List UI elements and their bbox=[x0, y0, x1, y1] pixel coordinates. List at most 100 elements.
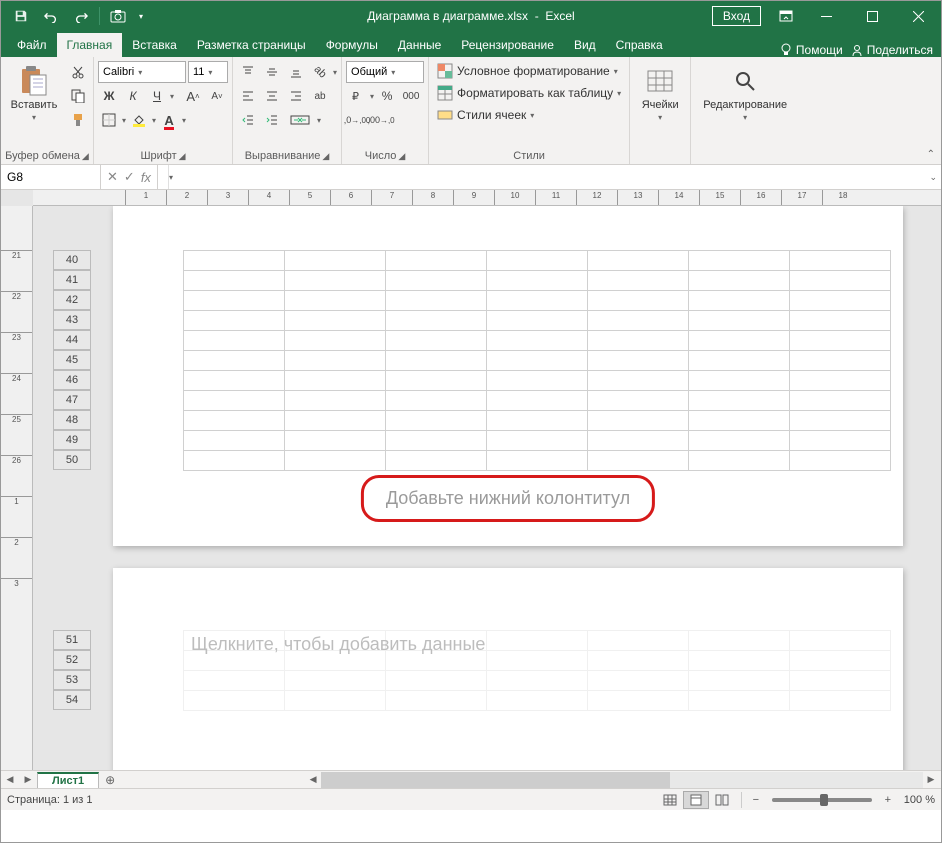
cell[interactable] bbox=[386, 391, 487, 411]
cell[interactable] bbox=[790, 331, 891, 351]
sheet-nav-next[interactable]: ▶ bbox=[19, 772, 37, 788]
row-header-54[interactable]: 54 bbox=[53, 690, 91, 710]
cell[interactable] bbox=[588, 391, 689, 411]
formula-input-area[interactable]: ⌄ bbox=[158, 165, 941, 189]
comma-button[interactable]: 000 bbox=[400, 85, 422, 107]
cell[interactable] bbox=[689, 671, 790, 691]
row-header-46[interactable]: 46 bbox=[53, 370, 91, 390]
bold-button[interactable]: Ж bbox=[98, 85, 120, 107]
cell[interactable] bbox=[487, 391, 588, 411]
cell[interactable] bbox=[790, 411, 891, 431]
cell[interactable] bbox=[588, 411, 689, 431]
cell[interactable] bbox=[184, 451, 285, 471]
font-size-combo[interactable]: 11▾ bbox=[188, 61, 228, 83]
cell[interactable] bbox=[689, 371, 790, 391]
cell[interactable] bbox=[790, 351, 891, 371]
cell[interactable] bbox=[285, 311, 386, 331]
cell[interactable] bbox=[487, 411, 588, 431]
cell[interactable] bbox=[184, 691, 285, 711]
cell[interactable] bbox=[588, 431, 689, 451]
cell[interactable] bbox=[689, 251, 790, 271]
cell[interactable] bbox=[184, 431, 285, 451]
cell[interactable] bbox=[487, 691, 588, 711]
enter-formula-button[interactable]: ✓ bbox=[124, 169, 135, 185]
insert-function-button[interactable]: fx bbox=[141, 170, 151, 185]
shrink-font-button[interactable]: A˅ bbox=[206, 85, 228, 107]
signin-button[interactable]: Вход bbox=[712, 6, 761, 26]
paste-button[interactable]: Вставить ▾ bbox=[5, 61, 63, 126]
tab-home[interactable]: Главная bbox=[57, 33, 123, 57]
cell[interactable] bbox=[487, 351, 588, 371]
page-break-view-button[interactable] bbox=[709, 791, 735, 809]
row-header-41[interactable]: 41 bbox=[53, 270, 91, 290]
share-button[interactable]: Поделиться bbox=[851, 43, 933, 57]
align-center-button[interactable] bbox=[261, 85, 283, 107]
decrease-decimal-button[interactable]: ,00→,0 bbox=[370, 109, 392, 131]
cell[interactable] bbox=[285, 291, 386, 311]
cell[interactable] bbox=[285, 431, 386, 451]
close-button[interactable] bbox=[895, 1, 941, 31]
decrease-indent-button[interactable] bbox=[237, 109, 259, 131]
cell[interactable] bbox=[285, 411, 386, 431]
cell[interactable] bbox=[386, 451, 487, 471]
cell[interactable] bbox=[790, 271, 891, 291]
tab-insert[interactable]: Вставка bbox=[122, 33, 187, 57]
row-header-47[interactable]: 47 bbox=[53, 390, 91, 410]
grow-font-button[interactable]: A˄ bbox=[182, 85, 204, 107]
cell[interactable] bbox=[487, 271, 588, 291]
cell[interactable] bbox=[386, 671, 487, 691]
normal-view-button[interactable] bbox=[657, 791, 683, 809]
cell[interactable] bbox=[790, 691, 891, 711]
h-scrollbar[interactable]: ◀ ▶ bbox=[321, 772, 923, 788]
font-launcher[interactable]: ◢ bbox=[179, 151, 186, 162]
borders-button[interactable] bbox=[98, 109, 120, 131]
cell[interactable] bbox=[588, 691, 689, 711]
italic-button[interactable]: К bbox=[122, 85, 144, 107]
cell[interactable] bbox=[386, 291, 487, 311]
cancel-formula-button[interactable]: ✕ bbox=[107, 169, 118, 185]
zoom-slider-thumb[interactable] bbox=[820, 794, 828, 806]
cell[interactable] bbox=[689, 351, 790, 371]
row-header-53[interactable]: 53 bbox=[53, 670, 91, 690]
row-header-44[interactable]: 44 bbox=[53, 330, 91, 350]
cell[interactable] bbox=[588, 311, 689, 331]
ribbon-display-options[interactable] bbox=[769, 1, 803, 31]
collapse-ribbon-button[interactable]: ⌃ bbox=[925, 147, 937, 162]
cell[interactable] bbox=[689, 291, 790, 311]
tab-help[interactable]: Справка bbox=[606, 33, 673, 57]
name-box[interactable]: ▾ bbox=[1, 165, 101, 189]
grid-page1[interactable] bbox=[183, 250, 891, 471]
cell[interactable] bbox=[588, 331, 689, 351]
zoom-level[interactable]: 100 % bbox=[904, 794, 935, 806]
minimize-button[interactable] bbox=[803, 1, 849, 31]
maximize-button[interactable] bbox=[849, 1, 895, 31]
cell[interactable] bbox=[790, 391, 891, 411]
cell[interactable] bbox=[588, 251, 689, 271]
cell[interactable] bbox=[790, 371, 891, 391]
cell[interactable] bbox=[689, 651, 790, 671]
cell[interactable] bbox=[487, 251, 588, 271]
format-painter-button[interactable] bbox=[67, 109, 89, 131]
clipboard-launcher[interactable]: ◢ bbox=[82, 151, 89, 162]
row-header-43[interactable]: 43 bbox=[53, 310, 91, 330]
cell[interactable] bbox=[184, 371, 285, 391]
align-right-button[interactable] bbox=[285, 85, 307, 107]
increase-decimal-button[interactable]: ,0→,00 bbox=[346, 109, 368, 131]
cell[interactable] bbox=[487, 431, 588, 451]
sheet-nav-prev[interactable]: ◀ bbox=[1, 772, 19, 788]
cell[interactable] bbox=[184, 291, 285, 311]
cells-button[interactable]: Ячейки ▾ bbox=[634, 61, 686, 126]
cell[interactable] bbox=[588, 271, 689, 291]
redo-button[interactable] bbox=[67, 2, 95, 30]
cell[interactable] bbox=[285, 371, 386, 391]
cell[interactable] bbox=[689, 411, 790, 431]
scroll-left-button[interactable]: ◀ bbox=[305, 774, 321, 785]
save-button[interactable] bbox=[7, 2, 35, 30]
qat-customize[interactable]: ▾ bbox=[134, 2, 148, 30]
h-scroll-thumb[interactable] bbox=[321, 772, 670, 788]
row-header-45[interactable]: 45 bbox=[53, 350, 91, 370]
orientation-button[interactable]: ab bbox=[309, 61, 331, 83]
cell[interactable] bbox=[487, 291, 588, 311]
cell[interactable] bbox=[386, 331, 487, 351]
align-middle-button[interactable] bbox=[261, 61, 283, 83]
